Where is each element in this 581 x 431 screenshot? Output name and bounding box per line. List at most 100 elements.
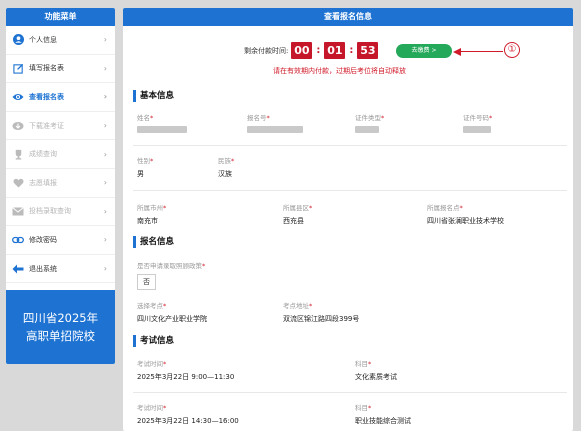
field-value: 2025年3月22日 9:00—11:30 [137,373,235,381]
sidebar-item-score-query[interactable]: 成绩查询 › [6,140,115,169]
download-icon [12,120,24,132]
countdown-seconds: 53 [357,42,379,59]
exit-icon [12,263,24,275]
field-value: 南充市 [137,217,158,225]
redacted-value [463,126,491,133]
field-label: 姓名 [137,114,150,122]
eye-icon [12,91,24,103]
field-value: 男 [137,170,144,178]
sidebar-item-change-password[interactable]: 修改密码 › [6,226,115,255]
chevron-right-icon: › [103,264,107,274]
field-label: 所属市州 [137,204,163,212]
field-ethnicity: 民族* 汉族 [218,157,235,178]
payment-countdown: 剩余付款时间: 00 : 01 : 53 [244,42,379,59]
field-label: 民族 [218,157,231,165]
main-panel: 查看报名信息 剩余付款时间: 00 : 01 : 53 去缴费 > ① 请在有效… [123,8,573,431]
trophy-icon [12,148,24,160]
field-label: 科目 [355,360,368,368]
field-value: 汉族 [218,170,232,178]
field-city: 所属市州* 南充市 [137,204,167,225]
chevron-right-icon: › [103,121,107,131]
sidebar-item-personal-info[interactable]: 个人信息 › [6,26,115,55]
divider [133,190,567,191]
field-subject-2: 科目* 职业技能综合测试 [355,404,411,425]
countdown-note: 请在有效期内付款，过期后考位将自动释放 [273,67,406,75]
sidebar-item-label: 修改密码 [29,235,57,244]
field-reg-site: 所属报名点* 四川省张澜职业技术学校 [427,204,504,225]
page-title: 查看报名信息 [123,8,573,26]
sidebar-item-fill-form[interactable]: 填写报名表 › [6,55,115,84]
field-value: 文化素质考试 [355,373,397,381]
sidebar-item-label: 下载准考证 [29,121,64,130]
field-label: 证件号码 [463,114,489,122]
field-value: 否 [137,274,156,290]
field-subject-1: 科目* 文化素质考试 [355,360,397,381]
section-title-exam: 考试信息 [133,335,174,347]
divider [133,392,567,393]
edit-form-icon [12,62,24,74]
field-label: 报名号 [247,114,267,122]
chevron-right-icon: › [103,149,107,159]
field-exam-time-2: 考试时间* 2025年3月22日 14:30—16:00 [137,404,239,425]
field-label: 证件类型 [355,114,381,122]
field-value: 西充县 [283,217,304,225]
field-label: 性别 [137,157,150,165]
field-exam-time-1: 考试时间* 2025年3月22日 9:00—11:30 [137,360,235,381]
field-label: 考点地址 [283,302,309,310]
section-title-basic: 基本信息 [133,90,174,102]
promo-banner: 四川省2025年 高职单招院校 [6,290,115,364]
redacted-value [137,126,187,133]
pay-button[interactable]: 去缴费 > [396,44,452,58]
field-label: 所属报名点 [427,204,460,212]
field-label: 选择考点 [137,302,163,310]
field-label: 科目 [355,404,368,412]
field-value: 四川文化产业职业学院 [137,315,207,323]
mail-icon [12,205,24,217]
sidebar-item-label: 成绩查询 [29,150,57,159]
user-icon [12,34,24,46]
sidebar-item-logout[interactable]: 退出系统 › [6,255,115,284]
field-exam-site: 选择考点* 四川文化产业职业学院 [137,302,207,323]
field-label: 所属县区 [283,204,309,212]
countdown-label: 剩余付款时间: [244,46,289,55]
chevron-right-icon: › [103,235,107,245]
sidebar-item-view-form[interactable]: 查看报名表 › [6,83,115,112]
countdown-hours: 00 [291,42,313,59]
field-id-type: 证件类型* [355,112,435,133]
chevron-right-icon: › [103,206,107,216]
heart-icon [12,177,24,189]
field-county: 所属县区* 西充县 [283,204,313,225]
sidebar-item-label: 退出系统 [29,264,57,273]
link-icon [12,234,24,246]
redacted-value [355,126,379,133]
banner-line-1: 四川省2025年 [22,311,99,325]
sidebar-item-volunteer[interactable]: 志愿填报 › [6,169,115,198]
sidebar-item-label: 志愿填报 [29,178,57,187]
field-value: 职业技能综合测试 [355,417,411,425]
field-name: 姓名* [137,112,217,133]
sidebar-item-label: 投档录取查询 [29,207,71,216]
field-label: 是否申请录取照顾政策 [137,262,202,270]
annotation-arrow-line [459,51,503,53]
field-value: 2025年3月22日 14:30—16:00 [137,417,239,425]
sidebar-title: 功能菜单 [6,8,115,26]
banner-line-2: 高职单招院校 [26,329,95,343]
sidebar-item-label: 个人信息 [29,35,57,44]
field-exam-address: 考点地址* 双流区锦江路四段399号 [283,302,360,323]
field-policy: 是否申请录取照顾政策* 否 [137,260,205,290]
sidebar-item-label: 查看报名表 [29,92,64,101]
chevron-right-icon: › [103,35,107,45]
chevron-right-icon: › [103,178,107,188]
redacted-value [247,126,303,133]
sidebar-item-download-ticket[interactable]: 下载准考证 › [6,112,115,141]
section-title-registration: 报名信息 [133,236,174,248]
annotation-marker: ① [504,42,520,58]
field-value: 双流区锦江路四段399号 [283,315,360,323]
field-value: 四川省张澜职业技术学校 [427,217,504,225]
chevron-right-icon: › [103,63,107,73]
field-reg-no: 报名号* [247,112,327,133]
countdown-minutes: 01 [324,42,346,59]
field-label: 考试时间 [137,360,163,368]
countdown-separator: : [316,45,321,56]
sidebar-item-admission-query[interactable]: 投档录取查询 › [6,198,115,227]
